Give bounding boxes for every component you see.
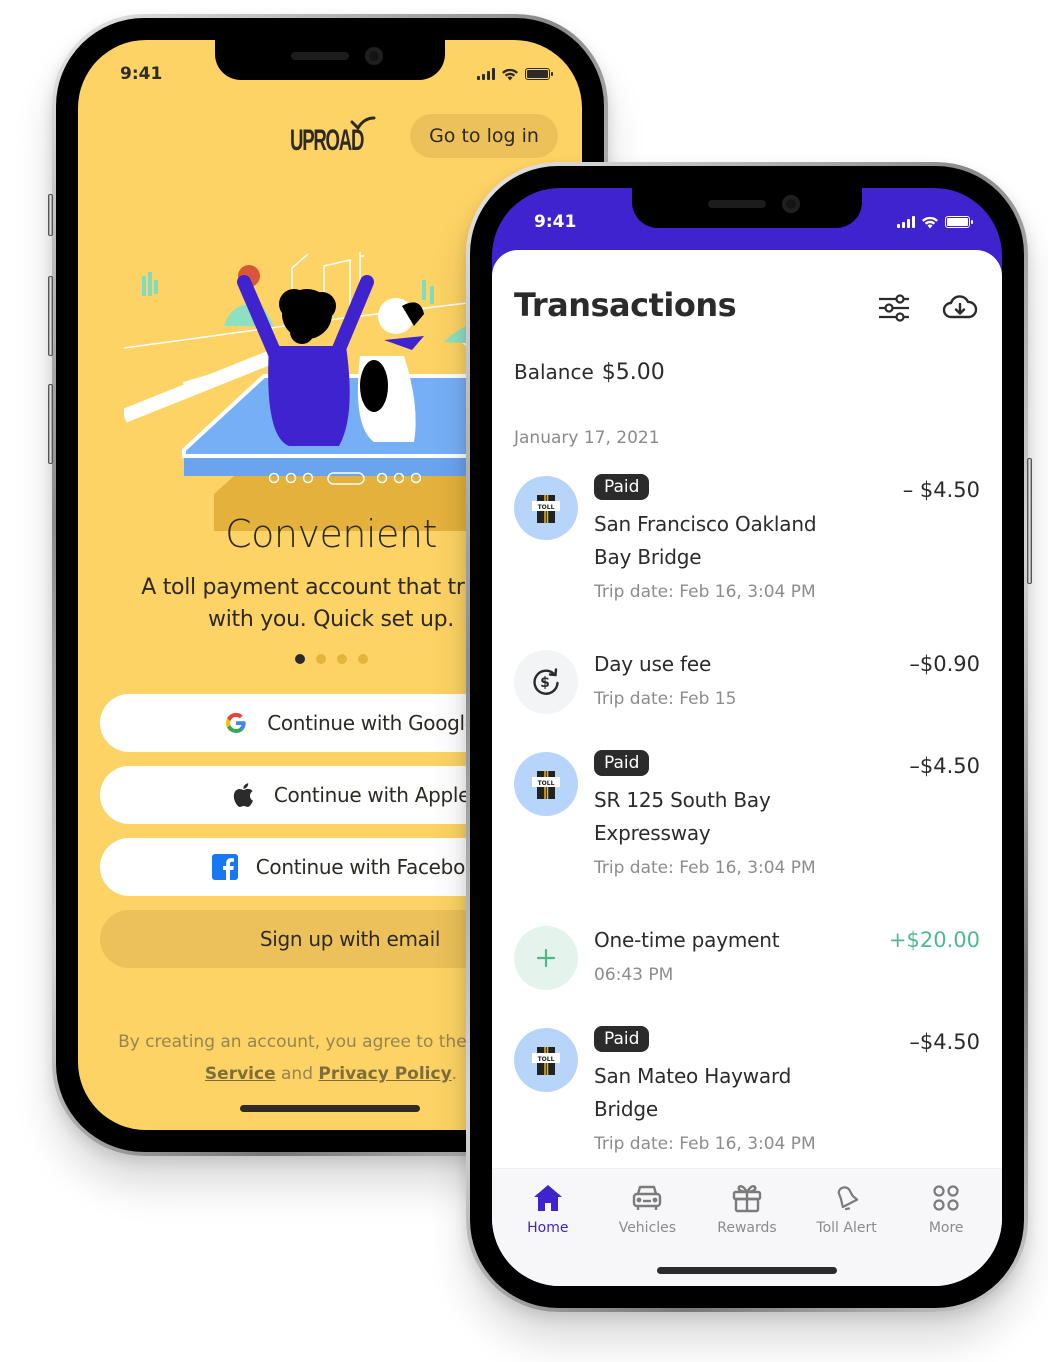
gift-icon	[732, 1184, 762, 1213]
transaction-row[interactable]: TOLL Paid SR 125 South Bay Expressway Tr…	[492, 750, 1002, 924]
page-title: Transactions	[514, 286, 737, 324]
facebook-label: Continue with Facebook	[255, 855, 489, 879]
transaction-row[interactable]: TOLL Paid San Francisco Oakland Bay Brid…	[492, 474, 1002, 648]
privacy-policy-link[interactable]: Privacy Policy	[318, 1064, 451, 1084]
toll-icon-label: TOLL	[538, 780, 555, 787]
facebook-icon	[211, 854, 238, 880]
transaction-row[interactable]: One-time payment 06:43 PM +$20.00	[492, 924, 1002, 1026]
status-badge: Paid	[594, 750, 650, 776]
notch	[632, 188, 862, 228]
transaction-date: Trip date: Feb 16, 3:04 PM	[594, 1134, 816, 1154]
page-dot-2[interactable]	[315, 654, 326, 664]
recurring-dollar-icon: $	[514, 650, 578, 714]
transaction-name: SR 125 South Bay Expressway	[594, 788, 771, 845]
balance: Balance $5.00	[514, 360, 665, 385]
status-badge: Paid	[594, 1026, 650, 1052]
page-dot-1[interactable]	[294, 654, 305, 664]
balance-value: $5.00	[601, 360, 665, 385]
transactions-sheet: Transactions Balance $5.00 January 17, 2…	[492, 250, 1002, 1286]
plus-icon	[514, 926, 578, 990]
mute-switch	[48, 194, 53, 236]
toll-icon-label: TOLL	[538, 504, 555, 511]
home-icon	[533, 1185, 562, 1211]
toll-icon-label: TOLL	[538, 1056, 555, 1063]
power-button	[1027, 458, 1032, 584]
transaction-name: San Francisco Oakland Bay Bridge	[594, 512, 817, 569]
transaction-amount: –$4.50	[909, 1030, 980, 1054]
battery-icon	[525, 68, 553, 80]
bell-icon	[837, 1186, 858, 1211]
volume-up-button	[48, 276, 53, 356]
home-indicator	[657, 1267, 837, 1274]
apple-label: Continue with Apple	[273, 783, 471, 807]
transaction-amount: –$0.90	[909, 652, 980, 676]
terms-of-service-link[interactable]: Service	[205, 1064, 276, 1084]
tab-more[interactable]: More	[900, 1175, 992, 1286]
date-header: January 17, 2021	[514, 428, 660, 448]
signal-icon	[477, 68, 495, 80]
tab-home[interactable]: Home	[502, 1175, 594, 1286]
signal-icon	[897, 216, 915, 228]
status-time: 9:41	[534, 212, 577, 232]
transaction-date: Trip date: Feb 15	[594, 689, 737, 709]
wifi-icon	[502, 68, 518, 80]
transaction-list: TOLL Paid San Francisco Oakland Bay Brid…	[492, 474, 1002, 1200]
car-icon	[633, 1185, 662, 1210]
toll-icon: TOLL	[514, 1028, 578, 1092]
balance-label: Balance	[514, 360, 594, 384]
transaction-date: Trip date: Feb 16, 3:04 PM	[594, 582, 816, 602]
wifi-icon	[922, 216, 938, 228]
filter-sliders-icon[interactable]	[876, 290, 912, 326]
transaction-amount: +$20.00	[888, 928, 980, 952]
svg-text:$: $	[540, 675, 550, 691]
tab-label: More	[928, 1220, 964, 1236]
battery-icon	[945, 216, 973, 228]
toll-icon: TOLL	[514, 476, 578, 540]
tab-label: Home	[527, 1220, 569, 1236]
status-badge: Paid	[594, 474, 650, 500]
onboarding-illustration	[124, 252, 524, 531]
transaction-name: San Mateo Hayward Bridge	[594, 1064, 792, 1121]
transaction-amount: – $4.50	[902, 478, 980, 502]
transaction-row[interactable]: $ Day use fee Trip date: Feb 15 –$0.90	[492, 648, 1002, 750]
transactions-phone: 9:41 Transactions Balance $5.00 January …	[466, 162, 1032, 1312]
cloud-download-icon[interactable]	[942, 290, 978, 326]
toll-icon: TOLL	[514, 752, 578, 816]
transaction-date: Trip date: Feb 16, 3:04 PM	[594, 858, 816, 878]
legal-and: and	[275, 1064, 319, 1084]
logo-bird-icon	[350, 116, 376, 130]
apple-icon	[230, 782, 256, 808]
google-label: Continue with Google	[267, 711, 477, 735]
tab-label: Vehicles	[618, 1220, 677, 1236]
more-grid-icon	[933, 1185, 959, 1211]
home-indicator	[240, 1105, 420, 1112]
notch	[215, 40, 445, 80]
transactions-screen: 9:41 Transactions Balance $5.00 January …	[492, 188, 1002, 1286]
legal-suffix: .	[451, 1064, 458, 1084]
status-time: 9:41	[120, 64, 163, 84]
go-to-login-button[interactable]: Go to log in	[410, 114, 558, 158]
transaction-time: 06:43 PM	[594, 965, 674, 985]
page-dot-3[interactable]	[336, 654, 347, 664]
transaction-amount: –$4.50	[909, 754, 980, 778]
volume-down-button	[48, 384, 53, 464]
page-dot-4[interactable]	[357, 654, 368, 664]
email-label: Sign up with email	[259, 927, 441, 951]
google-icon	[223, 710, 249, 736]
tab-label: Rewards	[717, 1220, 777, 1236]
tab-label: Toll Alert	[816, 1220, 877, 1236]
